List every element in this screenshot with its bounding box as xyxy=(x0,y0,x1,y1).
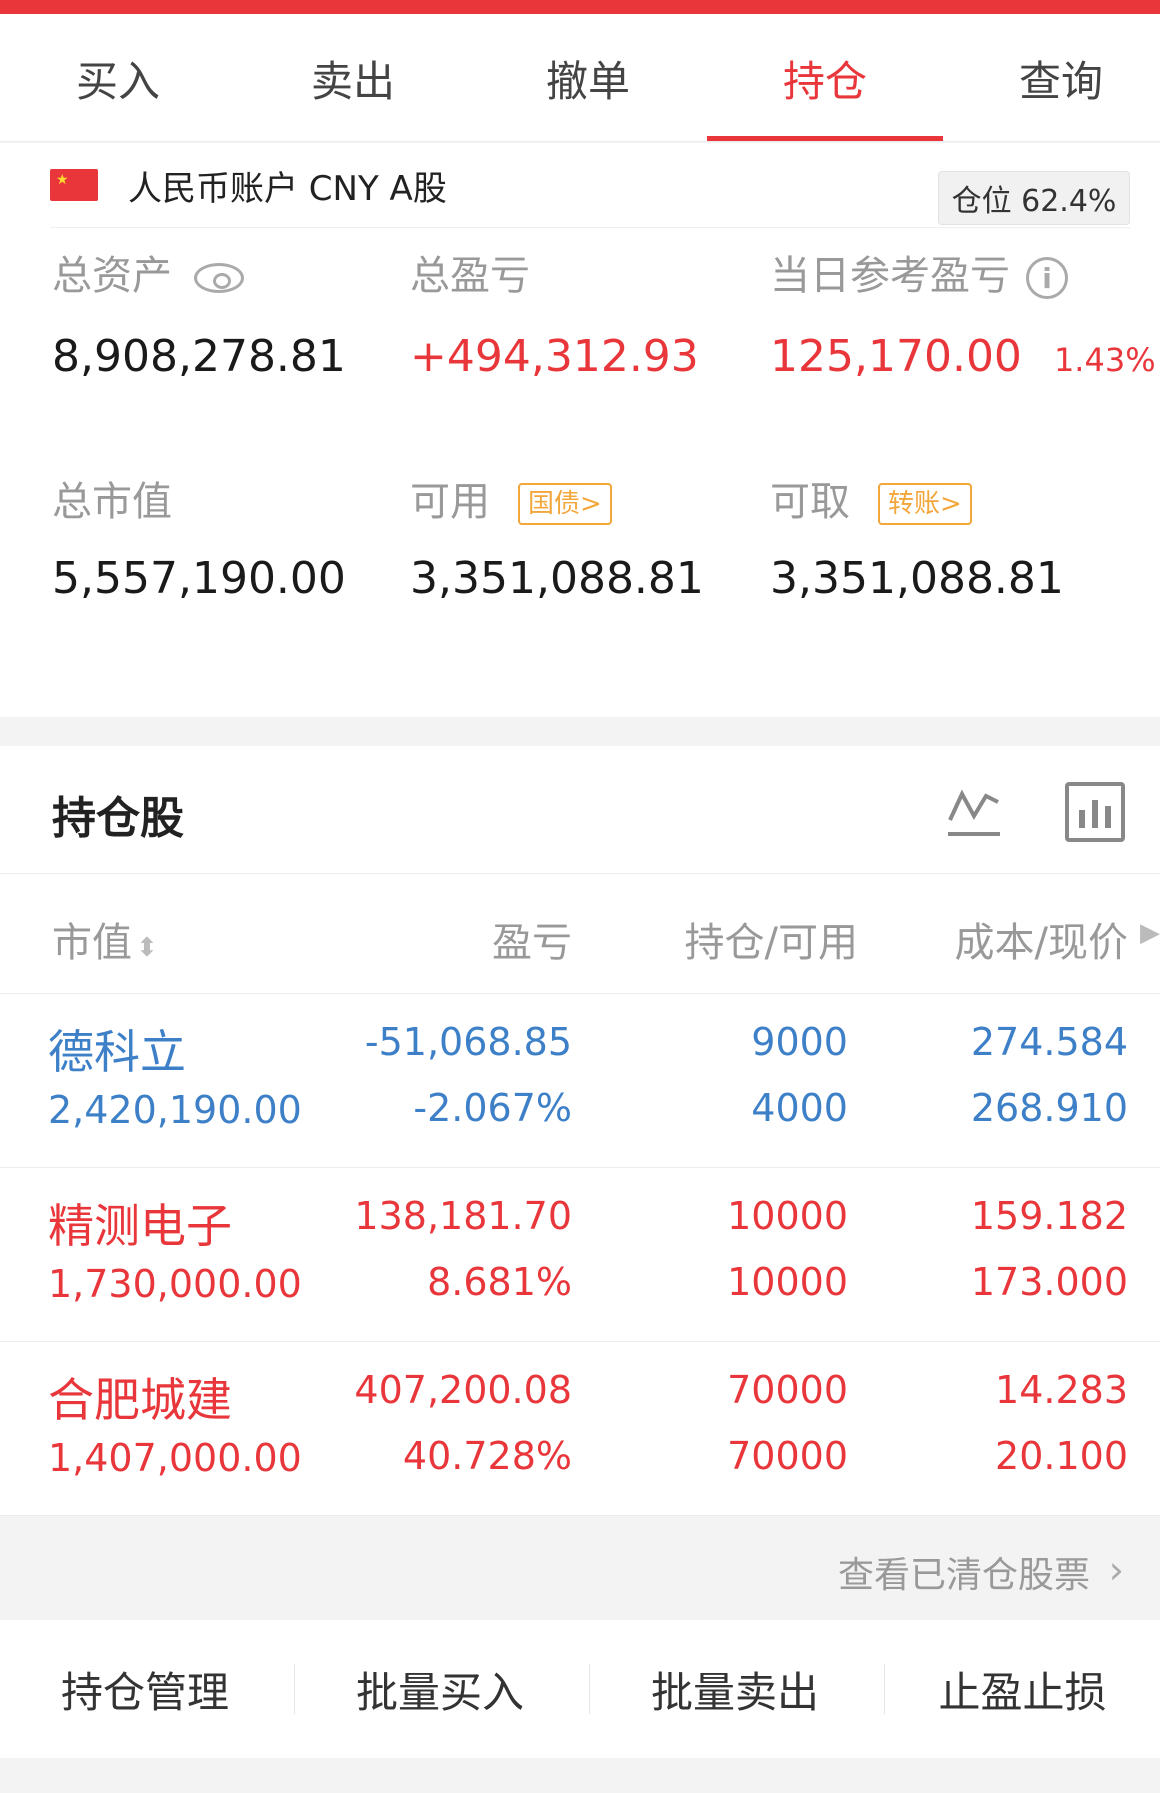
stock-available: 10000 xyxy=(727,1260,848,1304)
stock-holding: 9000 xyxy=(751,1020,848,1064)
daily-pnl-pct: 1.43% xyxy=(1053,341,1156,379)
trend-chart-icon[interactable] xyxy=(944,782,1004,842)
stock-holding: 10000 xyxy=(727,1194,848,1238)
stock-pnl: -51,068.85 xyxy=(364,1020,572,1064)
total-pnl-label: 总盈亏 xyxy=(410,253,530,299)
batch-buy-button[interactable]: 批量买入 xyxy=(295,1620,585,1758)
stock-price: 268.910 xyxy=(970,1086,1128,1130)
stock-pnl-pct: 40.728% xyxy=(402,1434,572,1478)
stock-holding: 70000 xyxy=(727,1368,848,1412)
divider xyxy=(50,227,1130,228)
view-cleared-link[interactable]: 查看已清仓股票 › xyxy=(0,1518,1160,1620)
stock-price: 173.000 xyxy=(970,1260,1128,1304)
manage-holdings-button[interactable]: 持仓管理 xyxy=(0,1620,290,1758)
table-row[interactable]: 精测电子 1,730,000.00 138,181.70 8.681% 1000… xyxy=(0,1168,1160,1342)
holdings-header: 持仓股 xyxy=(0,746,1160,874)
total-pnl-value: +494,312.93 xyxy=(410,331,699,382)
withdrawable-label: 可取 转账> xyxy=(770,469,972,527)
trade-tabs: 买入 卖出 撤单 持仓 查询 xyxy=(0,14,1160,142)
stop-profit-loss-button[interactable]: 止盈止损 xyxy=(885,1620,1160,1758)
available-label: 可用 国债> xyxy=(410,469,612,527)
total-assets-label: 总资产 xyxy=(52,243,244,301)
table-row[interactable]: 合肥城建 1,407,000.00 407,200.08 40.728% 700… xyxy=(0,1342,1160,1516)
stock-pnl-pct: 8.681% xyxy=(427,1260,572,1304)
view-cleared-text: 查看已清仓股票 xyxy=(837,1555,1090,1596)
stock-market-value: 1,407,000.00 xyxy=(48,1436,302,1480)
bar-chart-icon[interactable] xyxy=(1065,782,1125,842)
stock-available: 70000 xyxy=(727,1434,848,1478)
account-summary: ★ 人民币账户 CNY A股 仓位 62.4% 总资产 总盈亏 当日参考盈亏 i … xyxy=(0,143,1160,717)
tab-query[interactable]: 查询 xyxy=(943,14,1160,142)
tab-buy[interactable]: 买入 xyxy=(0,14,236,142)
stock-market-value: 1,730,000.00 xyxy=(48,1262,302,1306)
daily-pnl-label: 当日参考盈亏 i xyxy=(770,243,1068,301)
stock-pnl: 407,200.08 xyxy=(354,1368,572,1412)
info-icon[interactable]: i xyxy=(1026,257,1068,299)
column-market-value[interactable]: 市值 ⬍ xyxy=(52,910,158,968)
stock-available: 4000 xyxy=(751,1086,848,1130)
stock-pnl-pct: -2.067% xyxy=(413,1086,572,1130)
stock-cost: 159.182 xyxy=(970,1194,1128,1238)
holdings-table-header: 市值 ⬍ 盈亏 持仓/可用 成本/现价 ▶ xyxy=(0,874,1160,994)
batch-sell-button[interactable]: 批量卖出 xyxy=(590,1620,880,1758)
market-value-label: 总市值 xyxy=(52,479,172,525)
holdings-title: 持仓股 xyxy=(52,793,184,844)
stock-cost: 14.283 xyxy=(995,1368,1128,1412)
status-accent-bar xyxy=(0,0,1160,14)
position-ratio-badge: 仓位 62.4% xyxy=(938,171,1130,225)
withdrawable-value: 3,351,088.81 xyxy=(770,553,1064,604)
table-row[interactable]: 德科立 2,420,190.00 -51,068.85 -2.067% 9000… xyxy=(0,994,1160,1168)
market-value: 5,557,190.00 xyxy=(52,553,346,604)
stock-market-value: 2,420,190.00 xyxy=(48,1088,302,1132)
scroll-right-icon[interactable]: ▶ xyxy=(1140,918,1160,948)
available-value: 3,351,088.81 xyxy=(410,553,704,604)
stock-cost: 274.584 xyxy=(970,1020,1128,1064)
column-holding-available[interactable]: 持仓/可用 xyxy=(685,910,858,968)
total-assets-value: 8,908,278.81 xyxy=(52,331,346,382)
column-cost-price[interactable]: 成本/现价 xyxy=(955,910,1128,968)
stock-name: 合肥城建 xyxy=(48,1373,232,1427)
column-pnl[interactable]: 盈亏 xyxy=(492,910,572,968)
daily-pnl-value: 125,170.00 1.43% xyxy=(770,331,1156,382)
stock-name: 德科立 xyxy=(48,1025,186,1079)
stock-pnl: 138,181.70 xyxy=(354,1194,572,1238)
stock-name: 精测电子 xyxy=(48,1199,232,1253)
transfer-button[interactable]: 转账> xyxy=(878,483,972,525)
eye-icon[interactable] xyxy=(194,263,244,293)
china-flag-icon: ★ xyxy=(50,169,98,201)
treasury-bond-button[interactable]: 国债> xyxy=(518,483,612,525)
account-name[interactable]: 人民币账户 CNY A股 xyxy=(128,161,447,210)
stock-price: 20.100 xyxy=(995,1434,1128,1478)
sort-icon[interactable]: ⬍ xyxy=(136,933,158,963)
tab-cancel[interactable]: 撤单 xyxy=(470,14,706,142)
chevron-right-icon: › xyxy=(1108,1548,1124,1592)
bottom-action-bar: 持仓管理 批量买入 批量卖出 止盈止损 xyxy=(0,1620,1160,1758)
active-tab-indicator xyxy=(707,136,943,141)
tab-holdings[interactable]: 持仓 xyxy=(707,14,943,142)
tab-sell[interactable]: 卖出 xyxy=(235,14,471,142)
